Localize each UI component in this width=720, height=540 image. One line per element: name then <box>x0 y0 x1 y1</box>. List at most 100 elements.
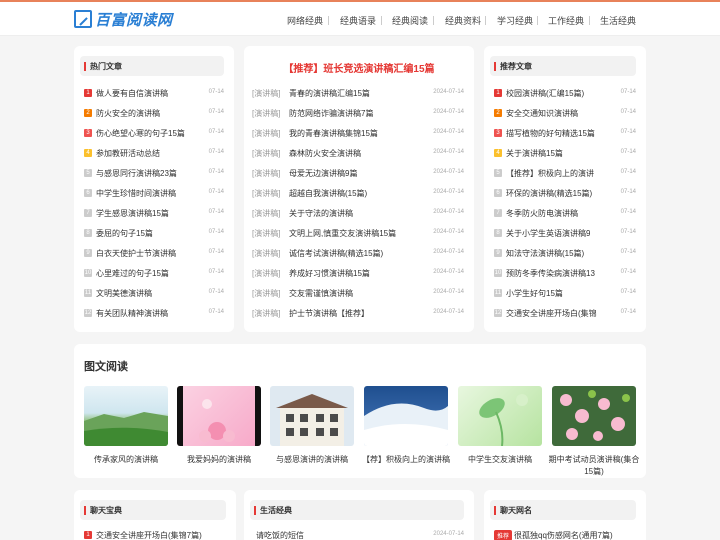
list-item[interactable]: 9 知法守法演讲稿(15篇) 07-14 <box>494 248 636 260</box>
list-item[interactable]: 6 环保的演讲稿(精选15篇) 07-14 <box>494 188 636 200</box>
list-item[interactable]: 7 学生感恩演讲稿15篇 07-14 <box>84 208 224 220</box>
nav-item-study[interactable]: 学习经典 <box>497 14 533 27</box>
list-item[interactable]: 7 冬季防火防电演讲稿 07-14 <box>494 208 636 220</box>
list-item[interactable]: [演讲稿] 关于守法的演讲稿 2024-07-14 <box>252 208 464 220</box>
list-item[interactable]: 8 委屈的句子15篇 07-14 <box>84 228 224 240</box>
list-item[interactable]: [演讲稿] 森林防火安全演讲稿 2024-07-14 <box>252 148 464 160</box>
life-classic-title: 生活经典 <box>260 506 292 515</box>
rank-badge: 8 <box>494 229 502 237</box>
list-item-text: 养成好习惯演讲稿15篇 <box>289 269 370 278</box>
list-item[interactable]: 1 做人要有自信演讲稿 07-14 <box>84 88 224 100</box>
nav-item-materials[interactable]: 经典资料 <box>445 14 481 27</box>
list-item-text: 我的青春演讲稿集锦15篇 <box>289 129 378 138</box>
gallery-caption[interactable]: 与感恩演讲的演讲稿 <box>265 454 359 466</box>
list-item[interactable]: 3 描写植物的好句精选15篇 07-14 <box>494 128 636 140</box>
main-nav: 网络经典 经典语录 经典阅读 经典资料 学习经典 工作经典 生活经典 <box>0 14 720 28</box>
list-item-category[interactable]: [演讲稿] <box>252 128 280 139</box>
list-item[interactable]: [演讲稿] 护士节演讲稿【推荐】 2024-07-14 <box>252 308 464 320</box>
list-item-category[interactable]: [演讲稿] <box>252 108 280 119</box>
gallery-caption[interactable]: 期中考试动员演讲稿(集合15篇) <box>547 454 641 478</box>
building-photo[interactable] <box>270 386 354 446</box>
list-item-date: 07-14 <box>620 209 636 215</box>
list-item-text: 护士节演讲稿【推荐】 <box>289 309 369 318</box>
nav-item-work[interactable]: 工作经典 <box>548 14 584 27</box>
list-item-category[interactable]: [演讲稿] <box>252 148 280 159</box>
list-item-text: 学生感恩演讲稿15篇 <box>96 209 169 218</box>
list-item-date: 07-14 <box>620 249 636 255</box>
list-item[interactable]: 4 参加教研活动总结 07-14 <box>84 148 224 160</box>
list-item[interactable]: 4 关于演讲稿15篇 07-14 <box>494 148 636 160</box>
list-item[interactable]: 10 心里难过的句子15篇 07-14 <box>84 268 224 280</box>
list-item-date: 07-14 <box>620 89 636 95</box>
list-item-category[interactable]: [演讲稿] <box>252 188 280 199</box>
list-item[interactable]: [演讲稿] 母爱无边演讲稿9篇 2024-07-14 <box>252 168 464 180</box>
list-item[interactable]: 2 防火安全的演讲稿 07-14 <box>84 108 224 120</box>
accent-bar <box>84 506 86 515</box>
list-item[interactable]: 11 小学生好句15篇 07-14 <box>494 288 636 300</box>
list-item[interactable]: 5 与感恩同行演讲稿23篇 07-14 <box>84 168 224 180</box>
list-item[interactable]: 3 伤心绝望心寒的句子15篇 07-14 <box>84 128 224 140</box>
list-item[interactable]: 1 校园演讲稿(汇编15篇) 07-14 <box>494 88 636 100</box>
list-item-category[interactable]: [演讲稿] <box>252 168 280 179</box>
rank-badge: 11 <box>494 289 502 297</box>
rank-badge: 8 <box>84 229 92 237</box>
list-item[interactable]: 11 文明美德演讲稿 07-14 <box>84 288 224 300</box>
list-item[interactable]: 6 中学生珍惜时间演讲稿 07-14 <box>84 188 224 200</box>
list-item[interactable]: [演讲稿] 诚信考试演讲稿(精选15篇) 2024-07-14 <box>252 248 464 260</box>
list-item-text: 诚信考试演讲稿(精选15篇) <box>289 249 384 258</box>
blossom-photo[interactable] <box>552 386 636 446</box>
list-item[interactable]: 12 交通安全讲座开场白(集锦 07-14 <box>494 308 636 320</box>
list-item-text: 关于演讲稿15篇 <box>506 149 563 158</box>
list-item-category[interactable]: [演讲稿] <box>252 88 280 99</box>
life-classic-header: 生活经典 <box>250 500 464 520</box>
nav-item-reading[interactable]: 经典阅读 <box>392 14 428 27</box>
list-item-text: 青春的演讲稿汇编15篇 <box>289 89 370 98</box>
landscape-photo[interactable] <box>84 386 168 446</box>
list-item-category[interactable]: [演讲稿] <box>252 208 280 219</box>
list-item-category[interactable]: [演讲稿] <box>252 268 280 279</box>
gallery-caption[interactable]: 传承家风的演讲稿 <box>79 454 173 466</box>
list-item[interactable]: [演讲稿] 超越自我演讲稿(15篇) 2024-07-14 <box>252 188 464 200</box>
leaf-photo[interactable] <box>458 386 542 446</box>
list-item[interactable]: [演讲稿] 文明上网,慎重交友演讲稿15篇 2024-07-14 <box>252 228 464 240</box>
list-item[interactable]: 5 【推荐】积极向上的演讲 07-14 <box>494 168 636 180</box>
list-item[interactable]: 请吃饭的短信 2024-07-14 <box>256 530 464 540</box>
list-item[interactable]: [演讲稿] 交友需谨慎演讲稿 2024-07-14 <box>252 288 464 300</box>
list-item-date: 07-14 <box>620 269 636 275</box>
gallery-caption[interactable]: 我爱妈妈的演讲稿 <box>172 454 266 466</box>
list-item-category[interactable]: [演讲稿] <box>252 248 280 259</box>
list-item-date: 2024-07-14 <box>433 531 464 537</box>
gallery-caption[interactable]: 【荐】积极向上的演讲稿 <box>359 454 453 466</box>
snow-photo[interactable] <box>364 386 448 446</box>
list-item-category[interactable]: [演讲稿] <box>252 228 280 239</box>
nav-item-quotes[interactable]: 经典语录 <box>340 14 376 27</box>
list-item[interactable]: [演讲稿] 我的青春演讲稿集锦15篇 2024-07-14 <box>252 128 464 140</box>
list-item-date: 07-14 <box>620 189 636 195</box>
list-item-category[interactable]: [演讲稿] <box>252 308 280 319</box>
list-item[interactable]: 10 预防冬季传染病演讲稿13 07-14 <box>494 268 636 280</box>
list-item[interactable]: 8 关于小学生英语演讲稿9 07-14 <box>494 228 636 240</box>
list-item-category[interactable]: [演讲稿] <box>252 288 280 299</box>
chat-tips-title: 聊天宝典 <box>90 506 122 515</box>
list-item-text: 母爱无边演讲稿9篇 <box>289 169 358 178</box>
rank-badge: 10 <box>84 269 92 277</box>
list-item[interactable]: 1 交通安全讲座开场白(集锦7篇) <box>84 530 226 540</box>
featured-headline[interactable]: 【推荐】班长竞选演讲稿汇编15篇 <box>244 60 474 75</box>
list-item[interactable]: [演讲稿] 青春的演讲稿汇编15篇 2024-07-14 <box>252 88 464 100</box>
list-item-date: 07-14 <box>208 289 224 295</box>
list-item[interactable]: 9 白衣天使护士节演讲稿 07-14 <box>84 248 224 260</box>
flower-photo[interactable] <box>177 386 261 446</box>
list-item-text: 超越自我演讲稿(15篇) <box>289 189 368 198</box>
rank-badge: 5 <box>494 169 502 177</box>
list-item-date: 2024-07-14 <box>433 109 464 115</box>
gallery-caption[interactable]: 中学生交友演讲稿 <box>453 454 547 466</box>
list-item[interactable]: 2 安全交通知识演讲稿 07-14 <box>494 108 636 120</box>
featured-panel: 【推荐】班长竞选演讲稿汇编15篇 [演讲稿] 青春的演讲稿汇编15篇 2024-07… <box>244 46 474 332</box>
nav-item-network[interactable]: 网络经典 <box>287 14 323 27</box>
list-item[interactable]: [演讲稿] 养成好习惯演讲稿15篇 2024-07-14 <box>252 268 464 280</box>
list-item[interactable]: 12 有关团队精神演讲稿 07-14 <box>84 308 224 320</box>
list-item-date: 07-14 <box>208 209 224 215</box>
nav-item-life[interactable]: 生活经典 <box>600 14 636 27</box>
list-item[interactable]: 推荐 很孤独qq伤感网名(通用7篇) <box>494 530 636 540</box>
list-item[interactable]: [演讲稿] 防范网络诈骗演讲稿7篇 2024-07-14 <box>252 108 464 120</box>
